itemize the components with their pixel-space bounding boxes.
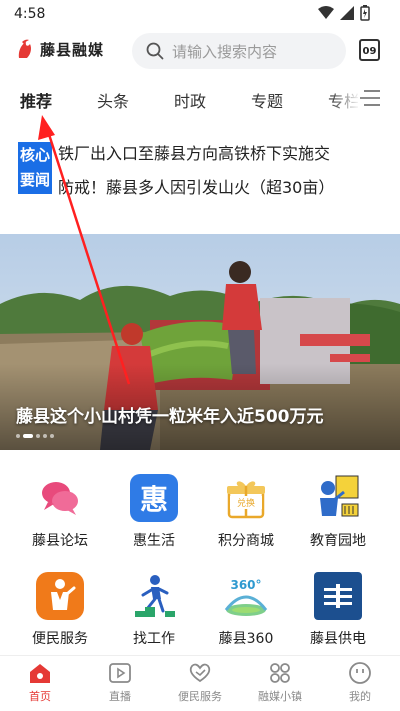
smile-icon <box>347 660 373 686</box>
carousel-dot <box>16 434 20 438</box>
service-find-job[interactable]: 找工作 <box>114 572 194 648</box>
calendar-icon[interactable]: 09 <box>359 39 380 61</box>
service-label: 藤县供电 <box>310 631 366 647</box>
wifi-icon <box>318 6 334 19</box>
power-supply-icon <box>314 572 362 620</box>
logo-text: 藤县融媒 <box>40 40 105 59</box>
hui-glyph: 惠 <box>139 483 168 516</box>
tab-topics[interactable]: 专题 <box>251 88 283 112</box>
nav-convenience[interactable]: 便民服务 <box>160 656 240 711</box>
gift-icon: 兑换 <box>222 474 270 522</box>
service-person-icon <box>36 572 84 620</box>
tab-headlines[interactable]: 头条 <box>97 88 129 112</box>
status-icons <box>318 5 370 21</box>
carousel-dot-active <box>23 434 33 438</box>
job-runner-icon <box>130 572 178 620</box>
carousel-dot <box>36 434 40 438</box>
bottom-nav: 首页 直播 便民服务 融媒小镇 我的 <box>0 655 400 711</box>
banner-carousel[interactable]: 藤县这个小山村凭一粒米年入近500万元 <box>0 234 400 450</box>
tab-menu-button[interactable] <box>358 88 382 108</box>
search-box[interactable]: 请输入搜索内容 <box>132 33 346 69</box>
service-label: 积分商城 <box>218 533 274 549</box>
news-headline-1[interactable]: 铁厂出入口至藤县方向高铁桥下实施交 <box>58 140 330 164</box>
service-tengxian-360[interactable]: 360° 藤县360 <box>206 572 286 648</box>
service-label: 藤县360 <box>218 631 274 647</box>
home-icon <box>27 660 53 686</box>
hui-life-icon: 惠 <box>130 474 178 522</box>
carousel-dot <box>50 434 54 438</box>
badge-line-2: 要闻 <box>19 171 50 189</box>
status-time: 4:58 <box>14 6 46 22</box>
nav-home[interactable]: 首页 <box>0 656 80 711</box>
banner-caption: 藤县这个小山村凭一粒米年入近500万元 <box>16 407 324 427</box>
360-glyph: 360° <box>230 578 262 592</box>
town-grid-icon <box>267 660 293 686</box>
battery-icon <box>360 5 370 21</box>
services-grid: 藤县论坛 惠 惠生活 兑换 积分商城 教育园地 便民服务 找工作 360° 藤县… <box>0 450 400 655</box>
service-points-mall[interactable]: 兑换 积分商城 <box>206 474 286 550</box>
service-label: 便民服务 <box>32 631 88 647</box>
app-logo[interactable]: 藤县融媒 <box>16 38 104 60</box>
live-play-icon <box>107 660 133 686</box>
service-forum[interactable]: 藤县论坛 <box>20 474 100 550</box>
nav-media-town[interactable]: 融媒小镇 <box>240 656 320 711</box>
tab-politics[interactable]: 时政 <box>174 88 206 112</box>
service-convenience[interactable]: 便民服务 <box>20 572 100 648</box>
nav-label: 便民服务 <box>178 690 222 703</box>
service-hui-life[interactable]: 惠 惠生活 <box>114 474 194 550</box>
badge-line-1: 核心 <box>19 146 50 164</box>
carousel-dots <box>16 434 54 438</box>
logo-mark-icon <box>18 39 31 58</box>
nav-mine[interactable]: 我的 <box>320 656 400 711</box>
top-bar: 藤县融媒 请输入搜索内容 09 <box>0 28 400 74</box>
menu-icon <box>360 90 380 106</box>
nav-label: 融媒小镇 <box>258 690 302 703</box>
search-placeholder: 请输入搜索内容 <box>172 42 278 61</box>
nav-live[interactable]: 直播 <box>80 656 160 711</box>
nav-label: 直播 <box>109 690 131 703</box>
tab-fade <box>330 82 360 116</box>
service-label: 藤县论坛 <box>32 533 88 549</box>
calendar-day: 09 <box>362 45 377 57</box>
status-bar: 4:58 <box>0 0 400 28</box>
service-power-supply[interactable]: 藤县供电 <box>298 572 378 648</box>
nav-label: 首页 <box>29 690 51 703</box>
core-news-ticker[interactable]: 核心 要闻 铁厂出入口至藤县方向高铁桥下实施交 防戒！藤县多人因引发山火（超30… <box>0 130 400 210</box>
search-icon <box>146 42 164 60</box>
gift-glyph: 兑换 <box>230 496 262 509</box>
news-headline-2[interactable]: 防戒！藤县多人因引发山火（超30亩） <box>58 174 334 198</box>
service-label: 惠生活 <box>133 533 175 549</box>
signal-icon <box>340 6 354 20</box>
forum-icon <box>36 474 84 522</box>
nav-label: 我的 <box>349 690 371 703</box>
carousel-dot <box>43 434 47 438</box>
tab-recommend[interactable]: 推荐 <box>20 88 52 112</box>
service-label: 教育园地 <box>310 533 366 549</box>
service-education[interactable]: 教育园地 <box>298 474 378 550</box>
360-icon: 360° <box>222 572 270 620</box>
education-icon <box>314 474 362 522</box>
core-news-badge: 核心 要闻 <box>18 142 52 194</box>
heart-hands-icon <box>187 660 213 686</box>
service-label: 找工作 <box>133 631 175 647</box>
